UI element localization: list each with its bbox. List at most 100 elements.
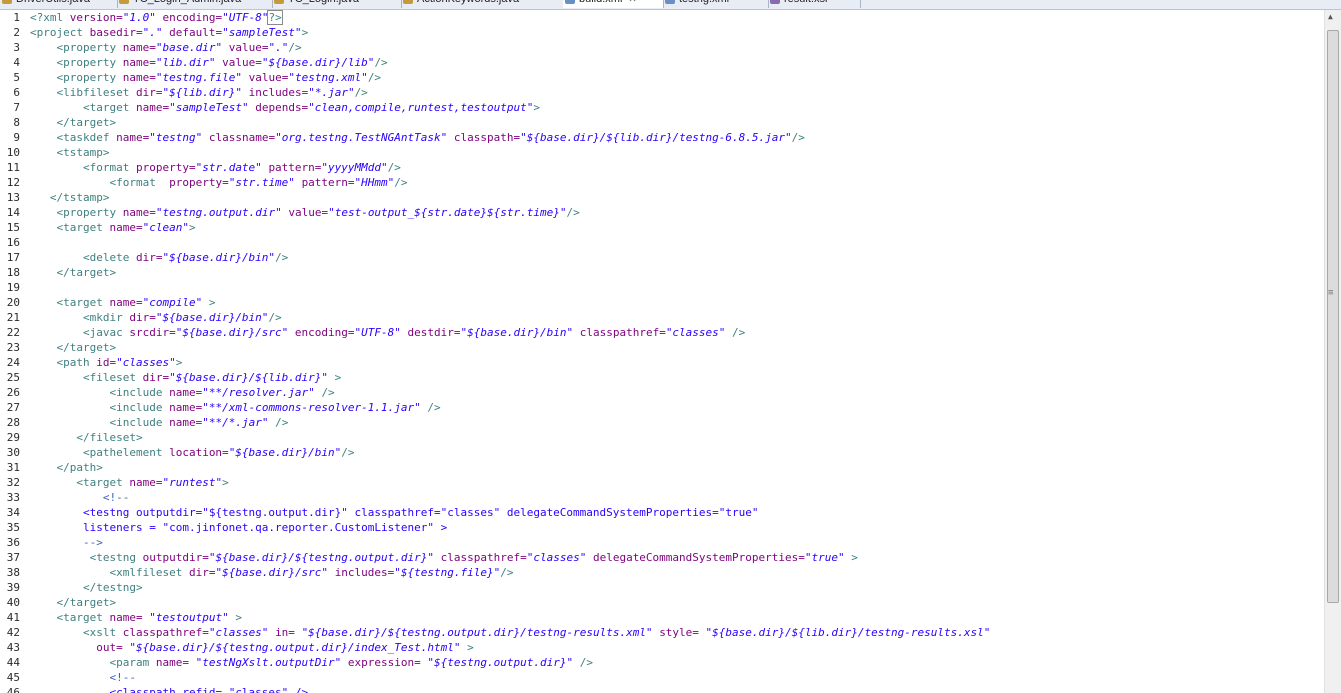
code-token: includes=	[248, 86, 309, 99]
code-token: >	[851, 551, 858, 564]
code-line[interactable]: 18 </target>	[0, 265, 1324, 280]
code-text: <taskdef name="testng" classname="org.te…	[30, 130, 805, 145]
code-line[interactable]: 12 <format property="str.time" pattern="…	[0, 175, 1324, 190]
code-token: "testoutput"	[149, 611, 229, 624]
code-token: "${base.dir}/src"	[175, 326, 289, 339]
code-line[interactable]: 23 </target>	[0, 340, 1324, 355]
tab-tc-login-admin-java[interactable]: TC_Login_Admin.java	[117, 0, 273, 8]
code-line[interactable]: 42 <xslt classpathref="classes" in= "${b…	[0, 625, 1324, 640]
code-token: classpath=	[453, 131, 521, 144]
scrollbar-thumb[interactable]	[1327, 30, 1339, 603]
code-line[interactable]: 44 <param name= "testNgXslt.outputDir" e…	[0, 655, 1324, 670]
code-line[interactable]: 14 <property name="testng.output.dir" va…	[0, 205, 1324, 220]
tab-tc-login-java[interactable]: TC_Login.java	[272, 0, 402, 8]
xml-editor[interactable]: 1 <?xml version="1.0" encoding="UTF-8"?> 2…	[0, 10, 1324, 693]
code-line[interactable]: 40 </target>	[0, 595, 1324, 610]
code-line[interactable]: 35 listeners = "com.jinfonet.qa.reporter…	[0, 520, 1324, 535]
code-token: id=	[96, 356, 117, 369]
code-line[interactable]: 2 <project basedir="." default="sampleTes…	[0, 25, 1324, 40]
code-line[interactable]: 36 -->	[0, 535, 1324, 550]
code-token: <include	[109, 416, 170, 429]
code-line[interactable]: 33 <!--	[0, 490, 1324, 505]
code-token: depends=	[255, 101, 309, 114]
code-line[interactable]: 43 out= "${base.dir}/${testng.output.dir…	[0, 640, 1324, 655]
code-token: <target	[56, 296, 110, 309]
code-token: "${base.dir}/${lib.dir}/testng-results.x…	[705, 626, 991, 639]
code-token: style=	[659, 626, 706, 639]
code-token: </tstamp>	[49, 191, 110, 204]
code-line[interactable]: 13 </tstamp>	[0, 190, 1324, 205]
code-line[interactable]: 29 </fileset>	[0, 430, 1324, 445]
code-token: classname=	[208, 131, 276, 144]
code-text: <testng outputdir="${base.dir}/${testng.…	[30, 550, 858, 565]
code-line[interactable]: 7 <target name="sampleTest" depends="cle…	[0, 100, 1324, 115]
code-line[interactable]: 4 <property name="lib.dir" value="${base…	[0, 55, 1324, 70]
code-line[interactable]: 5 <property name="testng.file" value="te…	[0, 70, 1324, 85]
code-token: "${base.dir}/bin"	[460, 326, 574, 339]
code-token: value=	[288, 206, 329, 219]
code-text: <classpath refid= "classes" />	[30, 685, 308, 693]
tab-driverutils-java[interactable]: DriverUtils.java	[0, 0, 118, 8]
code-token: expression=	[347, 656, 428, 669]
code-text: <include name="**/*.jar" />	[30, 415, 288, 430]
code-line[interactable]: 15 <target name="clean">	[0, 220, 1324, 235]
code-text: <property name="lib.dir" value="${base.d…	[30, 55, 388, 70]
code-token: "lib.dir"	[155, 56, 216, 69]
code-line[interactable]: 25 <fileset dir="${base.dir}/${lib.dir}"…	[0, 370, 1324, 385]
tab-result-xsl[interactable]: result.xsl	[768, 0, 861, 8]
code-token: <pathelement	[82, 446, 170, 459]
code-line[interactable]: 21 <mkdir dir="${base.dir}/bin"/>	[0, 310, 1324, 325]
code-text: <?xml version="1.0" encoding="UTF-8"?>	[30, 10, 283, 25]
code-line[interactable]: 34 <testng outputdir="${testng.output.di…	[0, 505, 1324, 520]
code-line[interactable]: 11 <format property="str.date" pattern="…	[0, 160, 1324, 175]
code-line[interactable]: 26 <include name="**/resolver.jar" />	[0, 385, 1324, 400]
code-line[interactable]: 1 <?xml version="1.0" encoding="UTF-8"?>	[0, 10, 1324, 25]
code-line[interactable]: 41 <target name= "testoutput" >	[0, 610, 1324, 625]
code-line[interactable]: 39 </testng>	[0, 580, 1324, 595]
code-line[interactable]: 45 <!--	[0, 670, 1324, 685]
code-line[interactable]: 46 <classpath refid= "classes" />	[0, 685, 1324, 693]
code-token: pattern=	[268, 161, 322, 174]
line-number: 4	[13, 56, 20, 69]
code-line[interactable]: 22 <javac srcdir="${base.dir}/src" encod…	[0, 325, 1324, 340]
code-token: />	[354, 86, 368, 99]
line-number: 27	[6, 401, 20, 414]
code-line[interactable]: 17 <delete dir="${base.dir}/bin"/>	[0, 250, 1324, 265]
tab-build-xml[interactable]: build.xml ✕	[563, 0, 664, 8]
code-line[interactable]: 32 <target name="runtest">	[0, 475, 1324, 490]
code-token: name=	[116, 131, 150, 144]
code-line[interactable]: 31 </path>	[0, 460, 1324, 475]
code-line[interactable]: 27 <include name="**/xml-commons-resolve…	[0, 400, 1324, 415]
line-number: 8	[13, 116, 20, 129]
code-line[interactable]: 28 <include name="**/*.jar" />	[0, 415, 1324, 430]
line-number: 36	[6, 536, 20, 549]
close-tab-icon[interactable]: ✕	[628, 0, 636, 5]
code-line[interactable]: 38 <xmlfileset dir="${base.dir}/src" inc…	[0, 565, 1324, 580]
code-text: <delete dir="${base.dir}/bin"/>	[30, 250, 288, 265]
code-token: <format	[82, 161, 136, 174]
scroll-up-arrow-icon[interactable]: ▲	[1328, 12, 1333, 21]
code-line[interactable]: 24 <path id="classes">	[0, 355, 1324, 370]
code-token: "${base.dir}/${testng.output.dir}"	[208, 551, 434, 564]
tab-testng-xml[interactable]: testng.xml	[663, 0, 769, 8]
code-line[interactable]: 8 </target>	[0, 115, 1324, 130]
code-token: <!--	[102, 491, 130, 504]
code-line[interactable]: 9 <taskdef name="testng" classname="org.…	[0, 130, 1324, 145]
code-text: </testng>	[30, 580, 143, 595]
code-line[interactable]: 6 <libfileset dir="${lib.dir}" includes=…	[0, 85, 1324, 100]
code-token: out=	[96, 641, 130, 654]
code-line[interactable]: 30 <pathelement location="${base.dir}/bi…	[0, 445, 1324, 460]
code-line[interactable]: 3 <property name="base.dir" value="."/>	[0, 40, 1324, 55]
code-line[interactable]: 16	[0, 235, 1324, 250]
code-text: <libfileset dir="${lib.dir}" includes="*…	[30, 85, 368, 100]
tab-actionkeywords-java[interactable]: ActionKeywords.java	[401, 0, 564, 8]
code-line[interactable]: 10 <tstamp>	[0, 145, 1324, 160]
code-line[interactable]: 19	[0, 280, 1324, 295]
code-text: <target name="compile" >	[30, 295, 216, 310]
code-line[interactable]: 20 <target name="compile" >	[0, 295, 1324, 310]
vertical-scrollbar[interactable]: ▲ ≡	[1324, 10, 1341, 693]
code-line[interactable]: 37 <testng outputdir="${base.dir}/${test…	[0, 550, 1324, 565]
